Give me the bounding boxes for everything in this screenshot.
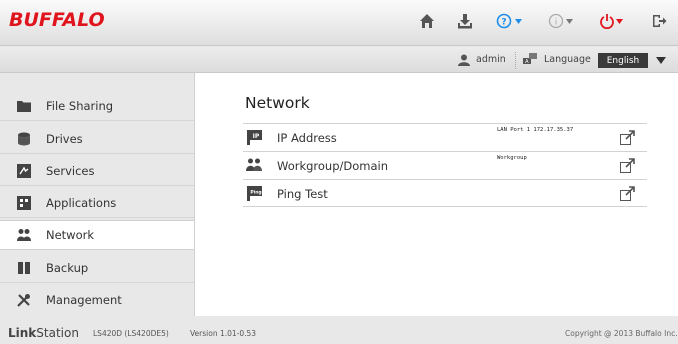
row-value: Workgroup [497, 155, 527, 161]
network-icon [16, 227, 32, 243]
sidebar-item-label: Network [46, 228, 95, 242]
sidebar-item-services[interactable]: Services [0, 156, 194, 186]
sidebar-item-file-sharing[interactable]: File Sharing [0, 91, 194, 121]
drive-icon [16, 131, 32, 147]
footer: LinkStation LS420D (LS420DE5) Version 1.… [0, 316, 678, 344]
buffalo-logo: BUFFALO [9, 9, 105, 31]
sidebar-item-drives[interactable]: Drives [0, 124, 194, 154]
sidebar-item-label: File Sharing [46, 98, 114, 113]
sidebar-item-applications[interactable]: Applications [0, 188, 194, 218]
logout-icon[interactable] [650, 10, 668, 32]
divider [515, 52, 516, 69]
sidebar-item-management[interactable]: Management [0, 285, 194, 315]
svg-text:A: A [525, 59, 529, 65]
main-panel: Network IP IP Address LAN Port 1 172.17.… [194, 73, 678, 317]
username: admin [476, 54, 506, 65]
page-title: Network [245, 94, 310, 112]
chevron-down-icon[interactable] [656, 57, 666, 64]
download-icon[interactable] [456, 10, 474, 32]
sidebar-item-label: Drives [46, 131, 83, 146]
svg-text:Ping: Ping [250, 189, 261, 195]
open-settings-icon[interactable] [620, 130, 635, 145]
list-item-ping-test[interactable]: Ping Ping Test [243, 179, 647, 207]
sidebar-item-label: Services [46, 163, 95, 178]
model-name: LS420D (LS420DE5) [93, 329, 169, 338]
svg-text:IP: IP [252, 133, 259, 140]
open-settings-icon[interactable] [620, 158, 635, 173]
row-value: LAN Port 1 172.17.35.37 [497, 127, 574, 133]
list-item-ip-address[interactable]: IP IP Address LAN Port 1 172.17.35.37 [243, 123, 647, 151]
sidebar-item-label: Backup [46, 260, 89, 275]
sidebar-item-network[interactable]: Network [0, 220, 195, 250]
folder-icon [16, 98, 32, 114]
power-icon [600, 14, 623, 29]
product-brand: LinkStation [8, 326, 79, 340]
brand-rest: Station [36, 326, 79, 340]
info-icon: i [548, 13, 573, 29]
top-header: BUFFALO ? i [0, 0, 678, 46]
applications-icon [16, 195, 32, 211]
copyright: Copyright @ 2013 Buffalo Inc. [565, 329, 678, 338]
sidebar-item-label: Management [46, 293, 122, 307]
language-select[interactable]: English [598, 53, 648, 68]
list-item-workgroup[interactable]: Workgroup/Domain Workgroup [243, 151, 647, 179]
management-icon [16, 292, 32, 308]
language-label: Language [544, 54, 591, 65]
open-settings-icon[interactable] [620, 186, 635, 201]
language-icon: A [523, 53, 537, 65]
sidebar-item-label: Applications [46, 195, 117, 210]
row-label: Ping Test [277, 187, 328, 201]
svg-text:?: ? [501, 18, 506, 28]
backup-icon [16, 260, 32, 276]
sidebar: File Sharing Drives Services Application… [0, 91, 195, 316]
row-label: Workgroup/Domain [277, 159, 389, 173]
ping-icon: Ping [246, 185, 262, 201]
svg-text:i: i [555, 18, 558, 28]
sub-header: admin A Language English [0, 47, 678, 73]
help-menu[interactable]: ? [494, 10, 526, 32]
user-icon [458, 54, 470, 66]
row-label: IP Address [277, 131, 337, 145]
firmware-version: Version 1.01-0.53 [190, 329, 257, 338]
services-icon [16, 163, 32, 179]
home-icon[interactable] [418, 10, 436, 32]
sidebar-item-backup[interactable]: Backup [0, 253, 194, 283]
info-menu[interactable]: i [547, 10, 577, 32]
help-icon: ? [496, 13, 522, 29]
ip-icon: IP [246, 129, 262, 145]
power-menu[interactable] [598, 10, 628, 32]
brand-bold: Link [8, 326, 37, 340]
workgroup-icon [246, 157, 262, 173]
